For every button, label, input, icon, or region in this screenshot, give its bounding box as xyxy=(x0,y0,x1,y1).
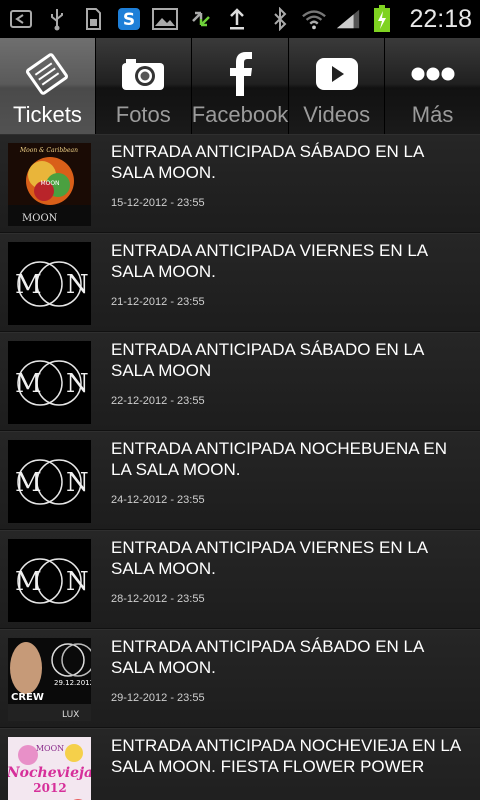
event-poster-thumbnail: 29.12.2012 CREW LUX xyxy=(8,638,91,721)
list-item[interactable]: M N ENTRADA ANTICIPADA VIERNES EN LA SAL… xyxy=(0,233,480,332)
moon-logo-thumbnail: M N xyxy=(8,341,91,424)
moon-logo-n: N xyxy=(66,468,89,498)
facebook-icon xyxy=(225,46,255,102)
poster-brand: CREW xyxy=(11,692,44,703)
poster-moon-text: MOON xyxy=(22,213,58,224)
ticket-date: 29-12-2012 - 23:55 xyxy=(111,692,205,704)
ticket-date: 24-12-2012 - 23:55 xyxy=(111,494,205,506)
tab-fotos[interactable]: Fotos xyxy=(95,38,192,134)
list-item[interactable]: MOON Nochevieja 2012 ENTRADA ANTICIPADA … xyxy=(0,728,480,800)
tab-mas[interactable]: Más xyxy=(385,38,480,134)
clock: 22:18 xyxy=(409,4,472,33)
list-item[interactable]: 29.12.2012 CREW LUX ENTRADA ANTICIPADA S… xyxy=(0,629,480,728)
list-item[interactable]: M N ENTRADA ANTICIPADA NOCHEBUENA EN LA … xyxy=(0,431,480,530)
back-icon xyxy=(8,6,34,32)
ticket-date: 22-12-2012 - 23:55 xyxy=(111,395,205,407)
tab-videos[interactable]: Videos xyxy=(289,38,386,134)
tab-label: Facebook xyxy=(191,102,289,127)
moon-logo-thumbnail: M N xyxy=(8,539,91,622)
moon-logo-thumbnail: M N xyxy=(8,440,91,523)
tab-facebook[interactable]: Facebook xyxy=(191,38,290,134)
moon-logo-m: M xyxy=(15,270,42,300)
moon-logo-n: N xyxy=(66,369,89,399)
tab-tickets[interactable]: Tickets xyxy=(0,38,96,134)
moon-logo-m: M xyxy=(15,369,42,399)
tab-label: Videos xyxy=(303,102,371,127)
status-bar: S 22:18 xyxy=(0,0,480,38)
poster-heading: MOON xyxy=(36,744,64,753)
more-icon xyxy=(410,46,456,102)
moon-logo-n: N xyxy=(66,567,89,597)
ticket-date: 21-12-2012 - 23:55 xyxy=(111,296,205,308)
ticket-date: 15-12-2012 - 23:55 xyxy=(111,197,205,209)
poster-subtitle: MOON xyxy=(40,180,59,187)
moon-logo-n: N xyxy=(66,270,89,300)
poster-lux: LUX xyxy=(62,710,79,720)
poster-title: Nochevieja xyxy=(8,765,91,781)
usb-icon xyxy=(44,6,70,32)
ticket-title: ENTRADA ANTICIPADA SÁBADO EN LA SALA MOO… xyxy=(111,637,424,677)
play-icon xyxy=(314,46,360,102)
poster-date: 29.12.2012 xyxy=(54,679,91,687)
list-item[interactable]: M N ENTRADA ANTICIPADA VIERNES EN LA SAL… xyxy=(0,530,480,629)
ticket-title: ENTRADA ANTICIPADA SÁBADO EN LA SALA MOO… xyxy=(111,142,424,182)
signal-icon xyxy=(335,6,361,32)
s-app-icon: S xyxy=(116,6,142,32)
tab-label: Tickets xyxy=(12,102,82,127)
ticket-date: 28-12-2012 - 23:55 xyxy=(111,593,205,605)
ticket-title: ENTRADA ANTICIPADA SÁBADO EN LA SALA MOO… xyxy=(111,340,424,380)
ticket-title: ENTRADA ANTICIPADA VIERNES EN LA SALA MO… xyxy=(111,241,428,281)
gallery-icon xyxy=(152,6,178,32)
moon-logo-m: M xyxy=(15,567,42,597)
poster-year: 2012 xyxy=(33,781,66,795)
tab-label: Más xyxy=(411,102,454,127)
sd-card-icon xyxy=(80,6,106,32)
upload-icon xyxy=(224,6,250,32)
wifi-icon xyxy=(301,6,327,32)
moon-logo-m: M xyxy=(15,468,42,498)
ticket-title: ENTRADA ANTICIPADA NOCHEVIEJA EN LA SALA… xyxy=(111,736,461,776)
tab-bar: Tickets Fotos Facebook Videos Más xyxy=(0,38,480,134)
svg-text:S: S xyxy=(123,10,135,30)
moon-logo-thumbnail: M N xyxy=(8,242,91,325)
battery-charging-icon xyxy=(369,5,395,32)
ticket-title: ENTRADA ANTICIPADA VIERNES EN LA SALA MO… xyxy=(111,538,428,578)
list-item[interactable]: Moon & Caribbean MOON MOON ENTRADA ANTIC… xyxy=(0,134,480,233)
list-item[interactable]: M N ENTRADA ANTICIPADA SÁBADO EN LA SALA… xyxy=(0,332,480,431)
poster-heading: Moon & Caribbean xyxy=(19,147,78,154)
bluetooth-icon xyxy=(267,6,293,32)
ticket-list: Moon & Caribbean MOON MOON ENTRADA ANTIC… xyxy=(0,134,480,800)
ticket-title: ENTRADA ANTICIPADA NOCHEBUENA EN LA SALA… xyxy=(111,439,447,479)
event-poster-thumbnail: Moon & Caribbean MOON MOON xyxy=(8,143,91,226)
ticket-icon xyxy=(24,46,70,102)
camera-icon xyxy=(120,46,166,102)
event-poster-thumbnail: MOON Nochevieja 2012 xyxy=(8,737,91,800)
tab-label: Fotos xyxy=(115,102,171,127)
sync-icon xyxy=(188,6,214,32)
